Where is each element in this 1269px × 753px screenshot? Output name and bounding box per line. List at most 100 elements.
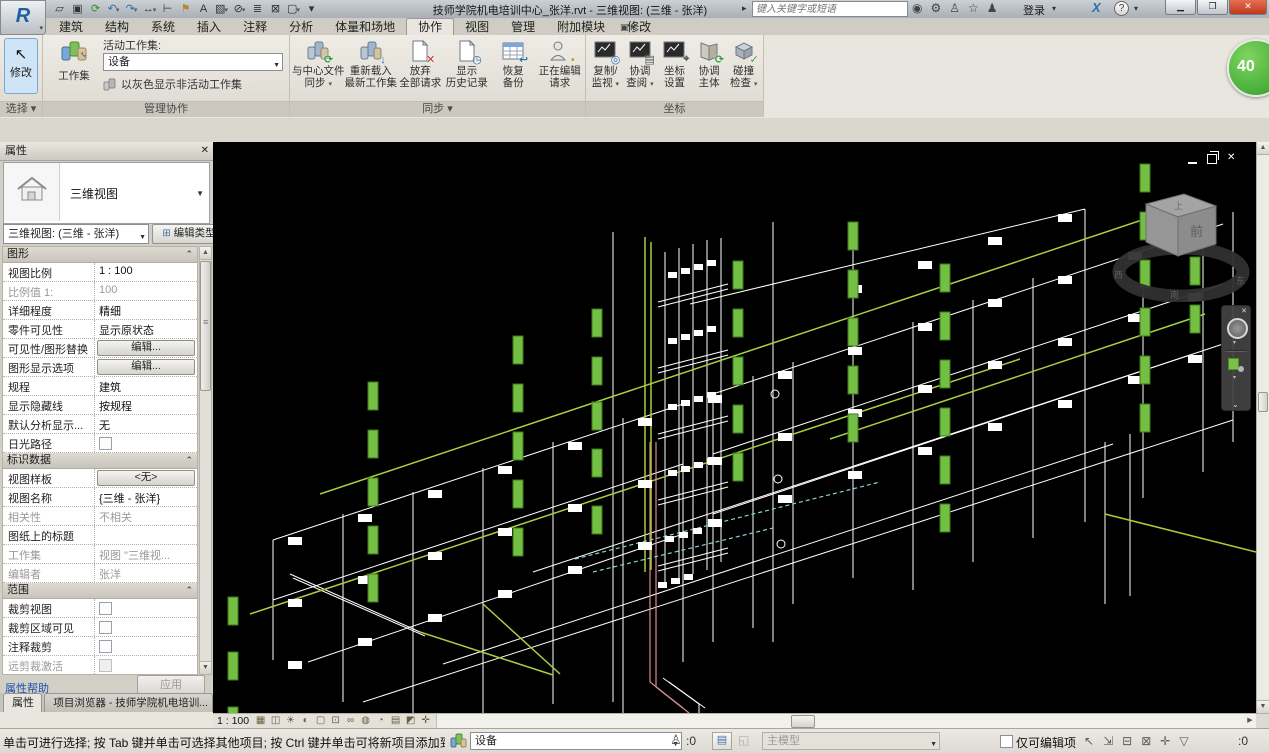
vertical-scrollbar[interactable]: ▲ ▼ bbox=[1256, 142, 1269, 713]
property-checkbox[interactable] bbox=[99, 659, 112, 672]
viewcube[interactable]: 西 南 东 上 前 bbox=[1108, 190, 1256, 302]
worksharing-display-icon[interactable]: ◔ bbox=[374, 714, 387, 728]
default-3d-view-icon[interactable]: ▧▾ bbox=[214, 1, 229, 17]
sync-with-central-icon[interactable]: ⟳ bbox=[88, 1, 103, 17]
worksets-button[interactable]: 工作集 bbox=[49, 39, 99, 83]
synchronize-panel-label[interactable]: 同步 ▾ bbox=[290, 101, 585, 117]
ribbon-button-coordination-review[interactable]: ▤协调查阅 ▾ bbox=[623, 37, 658, 102]
scroll-down-icon[interactable]: ▼ bbox=[200, 661, 211, 674]
select-links-icon[interactable]: ↖ bbox=[1084, 732, 1094, 750]
ribbon-button-coordination-settings[interactable]: ⌖坐标设置 bbox=[657, 37, 692, 102]
aligned-dimension-icon[interactable]: ⊢ bbox=[160, 1, 175, 17]
property-edit-button[interactable]: 编辑... bbox=[97, 340, 195, 356]
tag-by-category-icon[interactable]: ⚑ bbox=[178, 1, 193, 17]
view-close-icon[interactable]: ✕ bbox=[1227, 152, 1235, 164]
property-checkbox[interactable] bbox=[99, 437, 112, 450]
help-caret-icon[interactable]: ▾ bbox=[1134, 4, 1138, 13]
property-value[interactable] bbox=[95, 637, 197, 655]
subscription-icon[interactable]: ⚙ bbox=[930, 1, 941, 16]
favorites-icon[interactable]: ☆ bbox=[968, 1, 979, 16]
tab-addins[interactable]: 附加模块 bbox=[546, 19, 616, 36]
editable-only-checkbox[interactable] bbox=[1000, 735, 1013, 748]
ribbon-button-interference-check[interactable]: ✓碰撞检查 ▾ bbox=[726, 37, 761, 102]
navbar-close-icon[interactable]: ✕ bbox=[1241, 307, 1247, 315]
close-hidden-windows-icon[interactable]: ⊠ bbox=[268, 1, 283, 17]
property-checkbox[interactable] bbox=[99, 621, 112, 634]
ribbon-button-relinquish-all[interactable]: ✕放弃全部请求 bbox=[397, 37, 444, 102]
status-workset-dropdown[interactable]: 设备 ▼ bbox=[470, 732, 682, 750]
palette-tab-project-browser[interactable]: 项目浏览器 - 技师学院机电培训... bbox=[44, 693, 213, 712]
property-checkbox[interactable] bbox=[99, 602, 112, 615]
drawing-area[interactable]: ✕ 西 南 东 上 前 ✕ ▾ ▾ ⌄ bbox=[213, 142, 1256, 713]
property-value[interactable]: 编辑... bbox=[95, 339, 197, 357]
reveal-hidden-elements-icon[interactable]: ◍ bbox=[359, 714, 372, 728]
wireframe-3d-view[interactable] bbox=[213, 142, 1256, 713]
save-icon[interactable]: ▣ bbox=[70, 1, 85, 17]
section-icon[interactable]: ⊘▾ bbox=[232, 1, 247, 17]
undo-icon[interactable]: ↶▾ bbox=[106, 1, 121, 17]
zoom-tool-icon[interactable] bbox=[1228, 358, 1244, 372]
tab-architecture[interactable]: 建筑 bbox=[48, 19, 94, 36]
tab-annotate[interactable]: 注释 bbox=[232, 19, 278, 36]
exchange-apps-icon[interactable]: X bbox=[1092, 0, 1101, 15]
section-header-1[interactable]: 标识数据⌃ bbox=[3, 453, 197, 469]
section-header-0[interactable]: 图形⌃ bbox=[3, 247, 197, 263]
tab-insert[interactable]: 插入 bbox=[186, 19, 232, 36]
ribbon-button-copy-monitor[interactable]: ◎复制/监视 ▾ bbox=[588, 37, 623, 102]
thin-lines-icon[interactable]: ≣ bbox=[250, 1, 265, 17]
ribbon-state-toggle-icon[interactable]: ▣ ▾ bbox=[620, 22, 636, 33]
selection-filter-icon[interactable]: ▽ bbox=[1179, 732, 1188, 750]
properties-scrollbar[interactable]: ▲ ▼ bbox=[199, 246, 212, 675]
sign-in-button[interactable]: 登录 bbox=[1023, 2, 1045, 18]
search-icon[interactable]: ◉ bbox=[912, 1, 922, 16]
sun-path-icon[interactable]: ☀ bbox=[284, 714, 297, 728]
switch-windows-icon[interactable]: ▢▾ bbox=[286, 1, 301, 17]
ribbon-button-editing-requests[interactable]: ▪正在编辑请求 bbox=[537, 37, 584, 102]
detail-level-icon[interactable]: ▦ bbox=[254, 714, 267, 728]
customize-qat-icon[interactable]: ▾ bbox=[304, 1, 319, 17]
search-input[interactable] bbox=[752, 1, 908, 17]
active-workset-dropdown[interactable]: 设备 ▼ bbox=[103, 53, 283, 71]
communication-center-icon[interactable]: ♙ bbox=[949, 1, 960, 16]
view-scale-button[interactable]: 1 : 100 bbox=[217, 715, 249, 727]
select-panel-label[interactable]: 选择 ▾ bbox=[0, 101, 42, 117]
tab-manage[interactable]: 管理 bbox=[500, 19, 546, 36]
select-by-face-icon[interactable]: ⊠ bbox=[1141, 732, 1151, 750]
temporary-hide-isolate-icon[interactable]: ∞ bbox=[344, 714, 357, 728]
scrollbar-thumb[interactable] bbox=[791, 715, 815, 728]
property-edit-button[interactable]: 编辑... bbox=[97, 359, 195, 375]
visual-style-icon[interactable]: ◫ bbox=[269, 714, 282, 728]
view-restore-icon[interactable] bbox=[1207, 154, 1217, 164]
sign-in-caret-icon[interactable]: ▾ bbox=[1052, 4, 1056, 13]
temporary-view-properties-icon[interactable]: ▤ bbox=[389, 714, 402, 728]
scroll-down-icon[interactable]: ▼ bbox=[1257, 700, 1269, 713]
property-value[interactable] bbox=[95, 656, 197, 674]
property-value[interactable] bbox=[95, 434, 197, 452]
property-value[interactable]: <无> bbox=[95, 469, 197, 487]
wheel-caret-icon[interactable]: ▾ bbox=[1233, 339, 1236, 346]
gray-inactive-worksets-toggle[interactable]: 以灰色显示非活动工作集 bbox=[103, 76, 283, 92]
design-option-dropdown[interactable]: 主模型 ▼ bbox=[762, 732, 940, 750]
property-value[interactable] bbox=[95, 618, 197, 636]
select-underlay-icon[interactable]: ⇲ bbox=[1103, 732, 1113, 750]
select-pinned-icon[interactable]: ⊟ bbox=[1122, 732, 1132, 750]
redo-icon[interactable]: ↷▾ bbox=[124, 1, 139, 17]
close-button[interactable]: ✕ bbox=[1229, 0, 1267, 15]
ribbon-button-reconcile-hosting[interactable]: ⟳协调主体 bbox=[692, 37, 727, 102]
editing-requests-icon[interactable]: ♙ bbox=[670, 732, 682, 748]
editing-requests-list-icon[interactable]: ▤ bbox=[712, 732, 732, 750]
ribbon-button-sync-with-central[interactable]: ⟳与中心文件同步 ▾ bbox=[292, 37, 345, 102]
horizontal-scrollbar[interactable]: ◀ ▶ bbox=[359, 714, 1256, 728]
view-instance-dropdown[interactable]: 三维视图: (三维 - 张洋) ▼ bbox=[3, 224, 149, 244]
property-edit-button[interactable]: <无> bbox=[97, 470, 195, 486]
scrollbar-thumb[interactable] bbox=[1258, 392, 1268, 412]
scroll-right-icon[interactable]: ▶ bbox=[1244, 714, 1256, 728]
restore-button[interactable]: ❒ bbox=[1197, 0, 1228, 15]
open-file-icon[interactable]: ▱ bbox=[52, 1, 67, 17]
properties-close-icon[interactable]: ✕ bbox=[201, 142, 209, 160]
signin-icon[interactable]: ♟ bbox=[987, 1, 998, 16]
show-crop-region-icon[interactable]: ⊡ bbox=[329, 714, 342, 728]
type-selector[interactable]: 三维视图 ▼ bbox=[3, 162, 210, 224]
properties-title[interactable]: 属性 ✕ bbox=[0, 142, 213, 161]
zoom-caret-icon[interactable]: ▾ bbox=[1233, 374, 1236, 381]
